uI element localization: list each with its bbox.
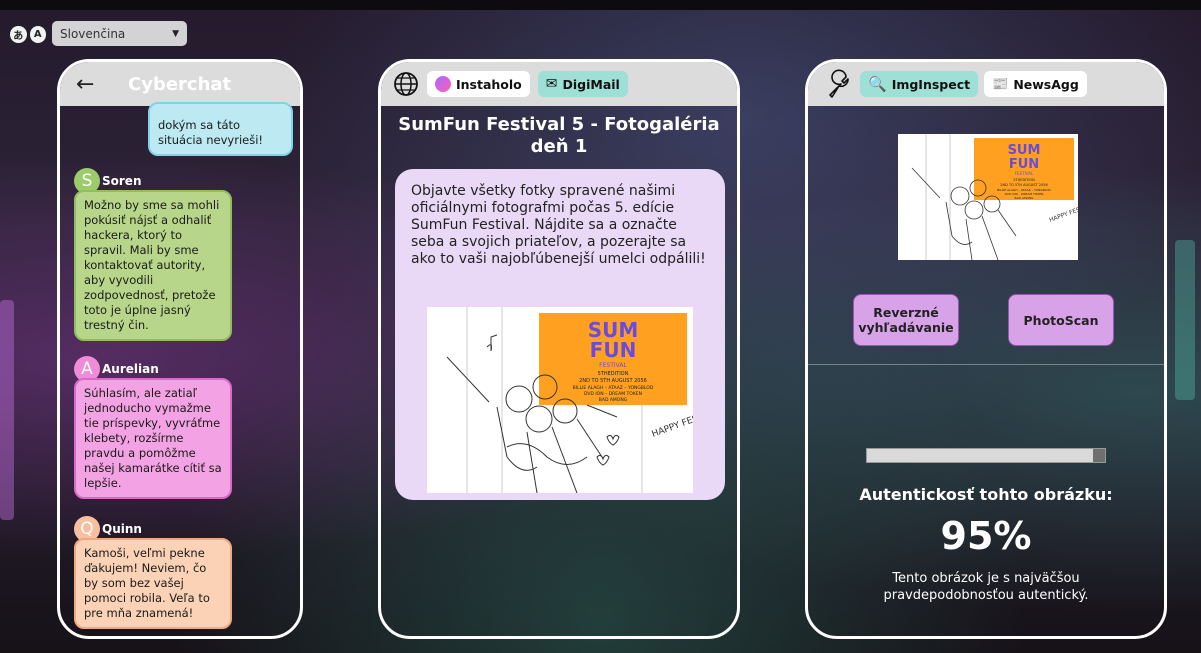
inspected-image-drawing: SUM FUN FESTIVAL 5THEDITION 2ND TO 5TH A… xyxy=(911,134,1078,260)
chat-header: ← Cyberchat xyxy=(60,62,300,106)
tab-label: ImgInspect xyxy=(891,76,971,92)
page-title-line2: deň 1 xyxy=(530,136,588,157)
neon-light-left xyxy=(0,300,14,520)
neon-light-right xyxy=(1175,240,1195,400)
progress-fill xyxy=(867,449,1094,462)
inspected-image: SUM FUN FESTIVAL 5THEDITION 2ND TO 5TH A… xyxy=(898,134,1078,260)
sender-name: Aurelian xyxy=(102,362,159,376)
instaholo-icon xyxy=(435,76,451,92)
festival-photo-drawing: SUM FUN FESTIVAL 5THEDITION 2ND TO 5TH A… xyxy=(446,307,693,493)
translate-icon[interactable]: あA xyxy=(9,23,47,45)
svg-text:BILLIE ALAGH – ATAAZ – YONGBLO: BILLIE ALAGH – ATAAZ – YONGBLOD xyxy=(573,385,654,391)
digimail-icon: ✉ xyxy=(545,76,558,92)
chat-title: Cyberchat xyxy=(128,73,232,95)
message-aurelian: Súhlasím, ale zatiaľ jednoducho vymažme … xyxy=(74,378,232,499)
page-title-line1: SumFun Festival 5 - Fotogaléria xyxy=(398,114,720,135)
inspect-header: 🔍 ImgInspect 📰 NewsAgg xyxy=(808,62,1164,106)
svg-text:BAD AMONG: BAD AMONG xyxy=(1015,196,1035,200)
language-select-value: Slovenčina xyxy=(60,26,126,41)
chat-panel: ← Cyberchat dokým sa táto situácia nevyr… xyxy=(57,59,303,639)
wrench-icon[interactable] xyxy=(824,69,854,99)
browser-header: Instaholo ✉ DigiMail xyxy=(381,62,737,106)
back-arrow-icon[interactable]: ← xyxy=(76,72,116,97)
tab-instaholo[interactable]: Instaholo xyxy=(427,71,530,97)
translate-glyph-b: A xyxy=(28,24,47,44)
page-title: SumFun Festival 5 - Fotogaléria deň 1 xyxy=(381,114,737,158)
browser-panel: Instaholo ✉ DigiMail SumFun Festival 5 -… xyxy=(378,59,740,639)
svg-text:5THEDITION: 5THEDITION xyxy=(1013,178,1035,182)
tab-newsagg[interactable]: 📰 NewsAgg xyxy=(984,71,1087,97)
svg-text:BAD AMONG: BAD AMONG xyxy=(599,397,628,403)
magnifier-icon: 🔍 xyxy=(868,75,887,93)
authenticity-progress-bar xyxy=(866,448,1106,463)
tab-label: Instaholo xyxy=(456,76,522,92)
sender-name: Quinn xyxy=(102,522,142,536)
message-soren: Možno by sme sa mohli pokúsiť nájsť a od… xyxy=(74,190,232,341)
svg-text:2ND TO 5TH AUGUST 2056: 2ND TO 5TH AUGUST 2056 xyxy=(1000,183,1047,187)
self-message: dokým sa táto situácia nevyrieši! xyxy=(148,102,293,156)
svg-text:DVD ION – DREAM TOKEN: DVD ION – DREAM TOKEN xyxy=(584,391,642,397)
svg-text:HAPPY FEST-!: HAPPY FEST-! xyxy=(1048,204,1078,224)
post-card: Objavte všetky fotky spravené našimi ofi… xyxy=(395,169,725,500)
svg-text:FESTIVAL: FESTIVAL xyxy=(1015,171,1034,176)
post-text: Objavte všetky fotky spravené našimi ofi… xyxy=(411,183,706,267)
authenticity-label: Autentickosť tohto obrázku: xyxy=(859,485,1113,504)
chat-messages[interactable]: dokým sa táto situácia nevyrieši! S Sore… xyxy=(60,102,300,636)
inspect-panel: 🔍 ImgInspect 📰 NewsAgg SUM FUN FESTIVAL … xyxy=(805,59,1167,639)
tab-imginspect[interactable]: 🔍 ImgInspect xyxy=(860,71,979,97)
svg-text:FUN: FUN xyxy=(590,338,637,362)
svg-text:FESTIVAL: FESTIVAL xyxy=(599,362,627,369)
reverse-search-button[interactable]: Reverzné vyhľadávanie xyxy=(853,294,959,346)
globe-icon[interactable] xyxy=(393,71,419,97)
svg-text:HAPPY FEST-!: HAPPY FEST-! xyxy=(651,410,693,440)
authenticity-value: 95% xyxy=(940,514,1032,558)
top-strip xyxy=(0,0,1201,10)
festival-photo[interactable]: SUM FUN FESTIVAL 5THEDITION 2ND TO 5TH A… xyxy=(427,307,693,493)
tab-digimail[interactable]: ✉ DigiMail xyxy=(537,71,628,97)
svg-text:5THEDITION: 5THEDITION xyxy=(598,371,629,377)
sender-name: Soren xyxy=(102,174,142,188)
language-select[interactable]: Slovenčina ▼ xyxy=(52,21,187,46)
message-quinn: Kamoši, veľmi pekne ďakujem! Neviem, čo … xyxy=(74,538,232,629)
chevron-down-icon: ▼ xyxy=(172,28,179,39)
newsagg-icon: 📰 xyxy=(992,76,1009,92)
svg-text:SUM: SUM xyxy=(1008,143,1041,158)
svg-text:2ND TO 5TH AUGUST 2056: 2ND TO 5TH AUGUST 2056 xyxy=(579,378,647,384)
svg-text:FUN: FUN xyxy=(1009,157,1039,172)
tab-label: NewsAgg xyxy=(1013,76,1079,92)
photoscan-button[interactable]: PhotoScan xyxy=(1008,294,1114,346)
tab-label: DigiMail xyxy=(562,76,620,92)
authenticity-note: Tento obrázok je s najväčšou pravdepodob… xyxy=(883,571,1089,603)
translate-glyph-a: あ xyxy=(9,24,28,44)
divider xyxy=(808,364,1164,365)
